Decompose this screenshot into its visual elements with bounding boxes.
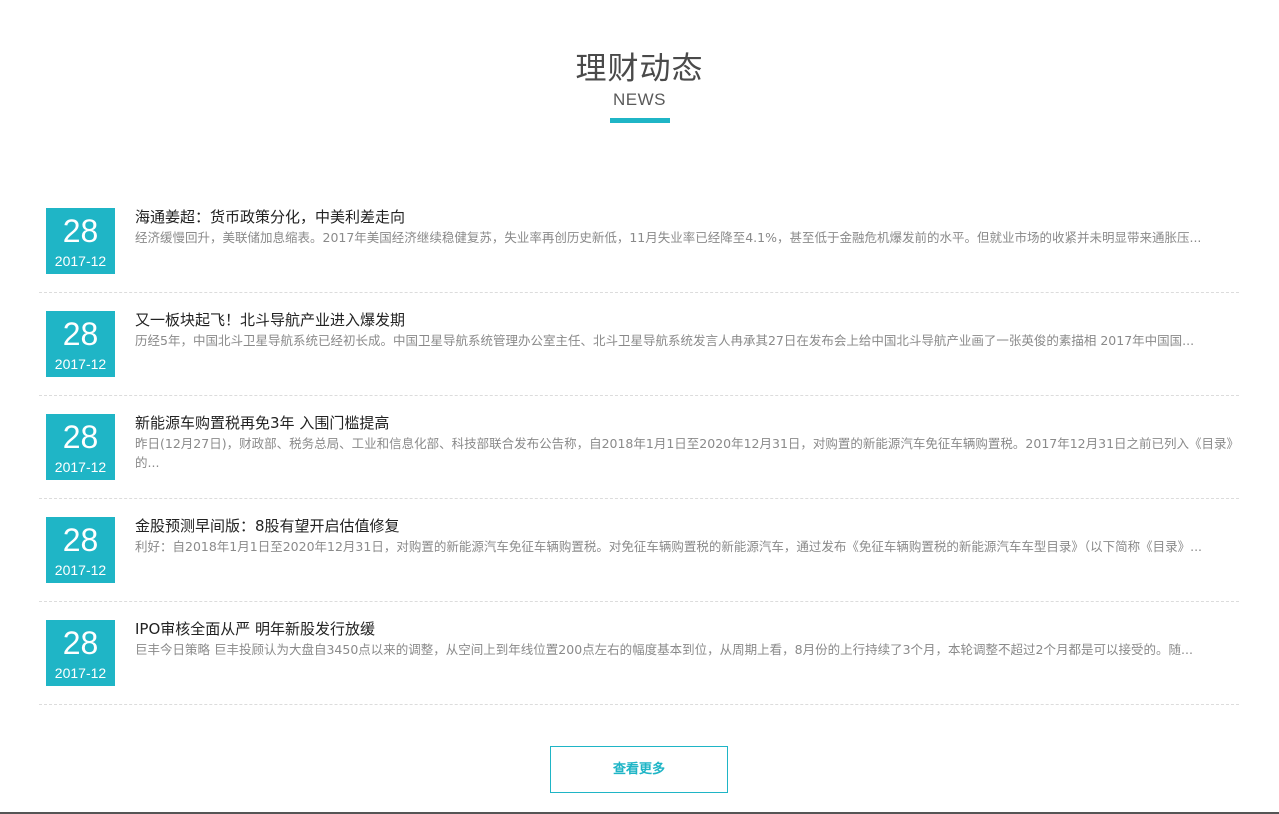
section-title: 理财动态 — [575, 51, 704, 87]
date-badge: 28 2017-12 — [46, 414, 115, 480]
news-page: 理财动态 NEWS 28 2017-12 海通姜超：货币政策分化，中美利差走向 … — [0, 0, 1279, 814]
news-title-link[interactable]: 又一板块起飞！北斗导航产业进入爆发期 — [135, 310, 1239, 330]
date-day: 28 — [62, 522, 99, 558]
news-item[interactable]: 28 2017-12 金股预测早间版：8股有望开启估值修复 利好：自2018年1… — [39, 499, 1239, 602]
news-text: 海通姜超：货币政策分化，中美利差走向 经济缓慢回升，美联储加息缩表。2017年美… — [135, 207, 1239, 266]
date-badge: 28 2017-12 — [46, 208, 115, 274]
news-text: 新能源车购置税再免3年 入围门槛提高 昨日(12月27日)，财政部、税务总局、工… — [135, 413, 1239, 472]
news-text: 金股预测早间版：8股有望开启估值修复 利好：自2018年1月1日至2020年12… — [135, 516, 1239, 575]
date-year-month: 2017-12 — [54, 253, 107, 269]
news-item[interactable]: 28 2017-12 新能源车购置税再免3年 入围门槛提高 昨日(12月27日)… — [39, 396, 1239, 499]
news-summary: 利好：自2018年1月1日至2020年12月31日，对购置的新能源汽车免征车辆购… — [135, 539, 1203, 554]
date-day: 28 — [62, 316, 99, 352]
date-badge: 28 2017-12 — [46, 311, 115, 377]
date-day: 28 — [62, 419, 99, 455]
news-title-link[interactable]: 新能源车购置税再免3年 入围门槛提高 — [135, 413, 1239, 433]
date-badge: 28 2017-12 — [46, 620, 115, 686]
title-underline — [609, 118, 670, 123]
news-summary: 经济缓慢回升，美联储加息缩表。2017年美国经济继续稳健复苏，失业率再创历史新低… — [135, 230, 1202, 245]
date-year-month: 2017-12 — [54, 665, 107, 681]
news-title-link[interactable]: IPO审核全面从严 明年新股发行放缓 — [135, 619, 1239, 639]
news-item[interactable]: 28 2017-12 海通姜超：货币政策分化，中美利差走向 经济缓慢回升，美联储… — [39, 190, 1239, 293]
date-day: 28 — [62, 625, 99, 661]
news-text: 又一板块起飞！北斗导航产业进入爆发期 历经5年，中国北斗卫星导航系统已经初长成。… — [135, 310, 1239, 369]
date-year-month: 2017-12 — [54, 562, 107, 578]
section-subtitle: NEWS — [613, 90, 666, 109]
date-badge: 28 2017-12 — [46, 517, 115, 583]
news-summary: 巨丰今日策略 巨丰投顾认为大盘自3450点以来的调整，从空间上到年线位置200点… — [135, 642, 1193, 657]
news-title-link[interactable]: 海通姜超：货币政策分化，中美利差走向 — [135, 207, 1239, 227]
date-year-month: 2017-12 — [54, 356, 107, 372]
news-summary: 昨日(12月27日)，财政部、税务总局、工业和信息化部、科技部联合发布公告称，自… — [135, 436, 1233, 470]
section-header: 理财动态 NEWS — [0, 48, 1279, 123]
news-title-link[interactable]: 金股预测早间版：8股有望开启估值修复 — [135, 516, 1239, 536]
view-more-button[interactable]: 查看更多 — [550, 746, 728, 793]
date-day: 28 — [62, 213, 99, 249]
news-text: IPO审核全面从严 明年新股发行放缓 巨丰今日策略 巨丰投顾认为大盘自3450点… — [135, 619, 1239, 678]
news-item[interactable]: 28 2017-12 IPO审核全面从严 明年新股发行放缓 巨丰今日策略 巨丰投… — [39, 602, 1239, 705]
news-list: 28 2017-12 海通姜超：货币政策分化，中美利差走向 经济缓慢回升，美联储… — [39, 190, 1239, 705]
date-year-month: 2017-12 — [54, 459, 107, 475]
news-item[interactable]: 28 2017-12 又一板块起飞！北斗导航产业进入爆发期 历经5年，中国北斗卫… — [39, 293, 1239, 396]
news-summary: 历经5年，中国北斗卫星导航系统已经初长成。中国卫星导航系统管理办公室主任、北斗卫… — [135, 333, 1195, 348]
